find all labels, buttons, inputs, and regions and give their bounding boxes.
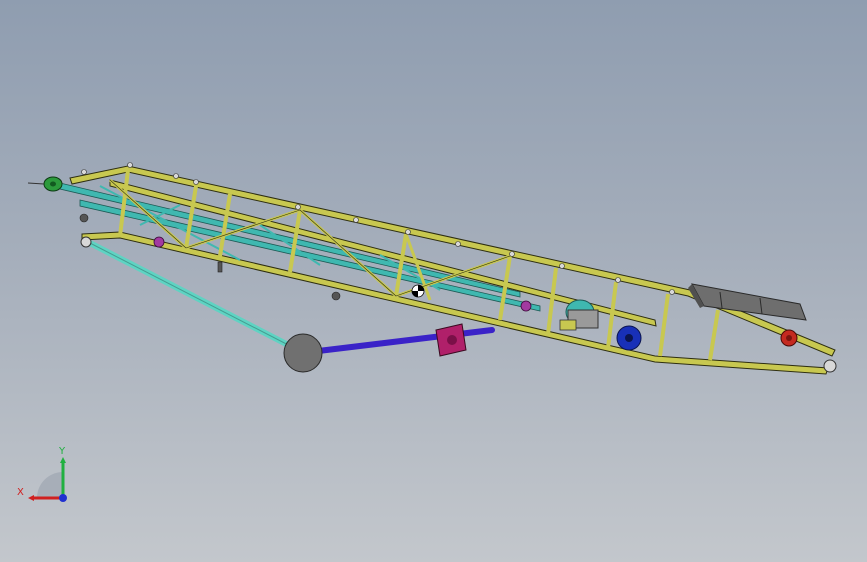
- top-chord-bolts: [81, 162, 675, 295]
- drive-motor[interactable]: [616, 325, 642, 351]
- cad-3d-viewport[interactable]: X Y: [0, 0, 867, 562]
- view-orientation-triad[interactable]: X Y: [10, 440, 80, 510]
- z-axis-icon: [59, 494, 67, 502]
- belt-conveyor-model[interactable]: [0, 0, 867, 562]
- x-axis-label: X: [17, 487, 24, 498]
- pivot-ball[interactable]: [283, 333, 323, 373]
- y-axis-label: Y: [58, 446, 66, 457]
- tail-pulley[interactable]: [780, 329, 798, 347]
- rear-wheel[interactable]: [823, 359, 837, 373]
- head-pulley[interactable]: [43, 176, 63, 192]
- hydraulic-cylinder[interactable]: [435, 323, 467, 357]
- triad-plane-icon: [37, 472, 63, 498]
- front-wheel[interactable]: [80, 236, 92, 248]
- origin-marker: [411, 284, 425, 298]
